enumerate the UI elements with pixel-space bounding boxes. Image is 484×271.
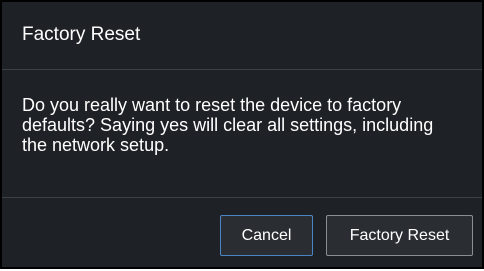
factory-reset-button[interactable]: Factory Reset <box>326 215 473 256</box>
cancel-button[interactable]: Cancel <box>220 215 313 256</box>
dialog-footer: Cancel Factory Reset <box>2 198 482 267</box>
dialog-message: Do you really want to reset the device t… <box>22 95 434 155</box>
dialog-title: Factory Reset <box>22 24 141 45</box>
dialog-header: Factory Reset <box>2 2 482 70</box>
dialog-body: Do you really want to reset the device t… <box>2 70 482 198</box>
factory-reset-dialog: Factory Reset Do you really want to rese… <box>0 0 484 269</box>
